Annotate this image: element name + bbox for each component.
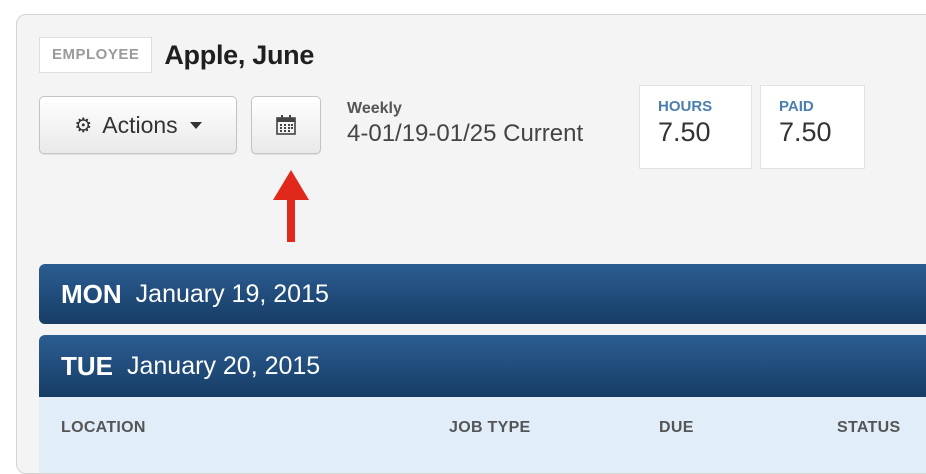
paid-stat: PAID 7.50	[760, 85, 865, 169]
column-header-status[interactable]: STATUS	[837, 419, 900, 437]
employee-header: EMPLOYEE Apple, June	[39, 37, 314, 73]
gear-icon: ⚙	[74, 114, 93, 137]
calendar-button[interactable]	[251, 96, 321, 154]
actions-button-label: Actions	[102, 111, 178, 138]
pay-period-range: 4-01/19-01/25 Current	[347, 120, 584, 147]
column-header-job-type[interactable]: JOB TYPE	[449, 419, 531, 437]
pay-period-selector[interactable]: Weekly 4-01/19-01/25 Current	[347, 100, 583, 148]
column-header-due[interactable]: DUE	[659, 419, 694, 437]
caret-down-icon	[189, 121, 202, 129]
hours-stat-value: 7.50	[658, 117, 711, 147]
employee-name: Apple, June	[164, 39, 315, 70]
day-abbr: MON	[61, 278, 122, 309]
pay-period-label: Weekly	[347, 100, 402, 117]
day-date: January 20, 2015	[127, 351, 321, 380]
day-header-tuesday[interactable]: TUE January 20, 2015	[39, 335, 926, 397]
paid-stat-value: 7.50	[779, 117, 832, 147]
day-header-monday[interactable]: MON January 19, 2015	[39, 264, 926, 324]
actions-button[interactable]: ⚙ Actions	[39, 96, 237, 154]
shift-table-header: LOCATION JOB TYPE DUE STATUS	[39, 397, 926, 473]
hours-stat: HOURS 7.50	[639, 85, 752, 169]
day-abbr: TUE	[61, 350, 113, 381]
day-date: January 19, 2015	[135, 279, 329, 308]
calendar-icon	[276, 115, 296, 135]
employee-badge: EMPLOYEE	[39, 37, 153, 73]
annotation-arrow-icon	[273, 170, 309, 242]
hours-stat-label: HOURS	[658, 98, 713, 115]
column-header-location[interactable]: LOCATION	[61, 419, 146, 437]
paid-stat-label: PAID	[779, 98, 814, 115]
timesheet-panel: EMPLOYEE Apple, June ⚙ Actions Weekly 4-…	[16, 14, 926, 474]
